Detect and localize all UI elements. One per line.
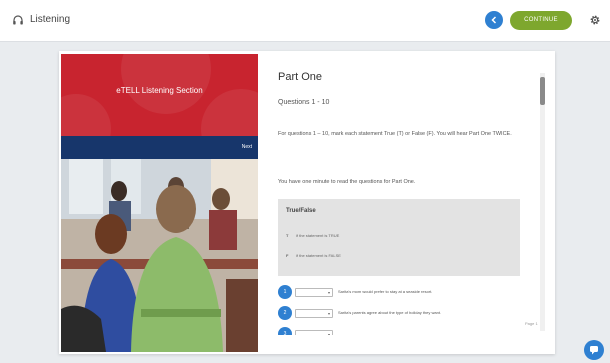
- page-title: Listening: [30, 14, 71, 25]
- part-title: Part One: [278, 71, 323, 83]
- section-subbar: Next: [61, 136, 258, 159]
- chevron-down-icon: ▾: [327, 290, 330, 295]
- scrollbar-thumb[interactable]: [540, 77, 545, 105]
- back-button[interactable]: [485, 11, 503, 29]
- answer-select[interactable]: ▾: [295, 330, 333, 335]
- question-text: Sarita's parents agree about the type of…: [338, 310, 442, 315]
- key-row: Fif the statement is FALSE: [286, 253, 341, 258]
- question-panel: Part One Questions 1 - 10 For questions …: [272, 51, 555, 354]
- top-bar: Listening CONTINUE: [0, 0, 610, 42]
- question-number: 3: [278, 327, 292, 335]
- continue-button[interactable]: CONTINUE: [510, 11, 572, 30]
- section-panel: eTELL Listening Section Next: [61, 54, 258, 352]
- true-false-title: True/False: [286, 208, 316, 214]
- reading-time-note: You have one minute to read the question…: [278, 179, 416, 185]
- page-indicator: Page 1: [525, 321, 538, 326]
- scrollbar-track[interactable]: [540, 73, 545, 331]
- question-row: 1 ▾ Sarita's mom would prefer to stay at…: [278, 285, 538, 299]
- test-card: eTELL Listening Section Next Part One Qu…: [59, 51, 555, 354]
- help-button[interactable]: [584, 340, 604, 360]
- answer-select[interactable]: ▾: [295, 288, 333, 297]
- key-row: Tif the statement is TRUE: [286, 233, 340, 238]
- chevron-down-icon: ▾: [327, 311, 330, 316]
- answer-select[interactable]: ▾: [295, 309, 333, 318]
- headphones-icon: [13, 15, 23, 25]
- section-banner: eTELL Listening Section: [61, 54, 258, 136]
- question-row: 2 ▾ Sarita's parents agree about the typ…: [278, 306, 538, 320]
- next-link[interactable]: Next: [242, 144, 252, 150]
- section-title: eTELL Listening Section: [116, 86, 203, 95]
- true-false-key: True/False Tif the statement is TRUE Fif…: [278, 199, 520, 276]
- questions-range: Questions 1 - 10: [278, 99, 330, 106]
- question-number: 2: [278, 306, 292, 320]
- chat-icon: [590, 346, 598, 355]
- question-text: Sarita's mom would prefer to stay at a s…: [338, 289, 433, 294]
- classroom-photo: [61, 159, 258, 352]
- back-arrow-icon: [491, 16, 497, 24]
- instructions: For questions 1 – 10, mark each statemen…: [278, 131, 512, 137]
- chevron-down-icon: ▾: [327, 332, 330, 335]
- question-number: 1: [278, 285, 292, 299]
- question-row: 3 ▾: [278, 327, 538, 335]
- gear-icon[interactable]: [589, 14, 601, 26]
